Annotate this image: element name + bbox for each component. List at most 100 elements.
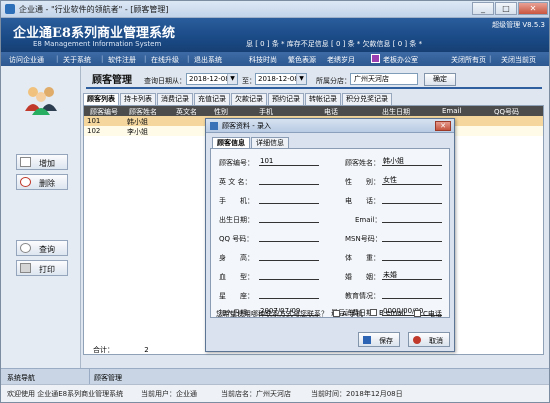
email-field[interactable] bbox=[382, 214, 442, 223]
query-date-label: 查询日期从： bbox=[144, 77, 186, 85]
blood-field[interactable] bbox=[259, 271, 319, 280]
nav-close-current[interactable]: 关闭当前页 bbox=[501, 55, 536, 65]
tab-recharge[interactable]: 充值记录 bbox=[194, 93, 230, 105]
date-from-value: 2018-12-08 bbox=[189, 75, 230, 83]
add-button[interactable]: 增加 bbox=[16, 154, 68, 170]
column-header[interactable]: Email bbox=[442, 107, 461, 115]
tab-appointment[interactable]: 预约记录 bbox=[268, 93, 304, 105]
brand-subtitle: E8 Management Information System bbox=[33, 40, 162, 48]
english-name-field[interactable] bbox=[259, 176, 319, 185]
height-label: 身 高： bbox=[219, 254, 254, 262]
height-field[interactable] bbox=[259, 252, 319, 261]
tab-customer-list[interactable]: 顾客列表 bbox=[83, 93, 119, 105]
welcome-text: 欢迎使用 企业通E8系列商业管理系统 bbox=[7, 390, 124, 398]
blood-label: 血 型： bbox=[219, 273, 254, 281]
confirm-button[interactable]: 确定 bbox=[424, 73, 456, 86]
minimize-button[interactable]: _ bbox=[472, 2, 494, 15]
chevron-down-icon: ▼ bbox=[227, 74, 237, 84]
query-button[interactable]: 查询 bbox=[16, 240, 68, 256]
current-store: 当前店名：广州天河店 bbox=[221, 390, 291, 398]
cell-id: 101 bbox=[87, 117, 101, 125]
page-title: 顾客管理 bbox=[92, 75, 132, 86]
birth-field[interactable] bbox=[259, 214, 319, 223]
top-nav: 访问企业通 | 关于系统 | 软件注册 | 在线升级 | 退出系统 科技时尚 繁… bbox=[1, 52, 549, 66]
star-field[interactable] bbox=[259, 290, 319, 299]
nav-visit[interactable]: 访问企业通 bbox=[9, 55, 44, 65]
weight-field[interactable] bbox=[382, 252, 442, 261]
english-name-label: 英 文 名： bbox=[219, 178, 252, 186]
mobile-label: 手 机： bbox=[219, 197, 254, 205]
system-nav-label[interactable]: 系统导航 bbox=[7, 373, 35, 383]
nav-theme-tech[interactable]: 科技时尚 bbox=[249, 55, 277, 65]
notice-bar[interactable]: 息 [ 0 ] 条 * 库存不足信息 [ 0 ] 条 * 欠款信息 [ 0 ] … bbox=[246, 39, 422, 49]
maximize-button[interactable]: □ bbox=[495, 2, 517, 15]
email-label: Email： bbox=[355, 216, 382, 224]
cancel-button[interactable]: 取消 bbox=[408, 332, 450, 347]
id-field[interactable]: 101 bbox=[259, 157, 319, 166]
table-header: 顾客编号 顾客姓名 英文名 性别 手机 电话 出生日期 Email QQ号码 bbox=[84, 106, 543, 116]
tab-debt[interactable]: 欠款记录 bbox=[231, 93, 267, 105]
education-field[interactable] bbox=[382, 290, 442, 299]
name-label: 顾客姓名： bbox=[345, 159, 380, 167]
cell-id: 102 bbox=[87, 127, 101, 135]
id-label: 顾客编号： bbox=[219, 159, 254, 167]
info-status-bar: 欢迎使用 企业通E8系列商业管理系统 当前用户：企业通 当前店名：广州天河店 当… bbox=[1, 384, 549, 402]
close-button[interactable]: ✕ bbox=[518, 2, 548, 15]
add-label: 增加 bbox=[39, 159, 55, 168]
printer-icon bbox=[20, 263, 31, 273]
chevron-down-icon: ▼ bbox=[296, 74, 306, 84]
tab-transfer[interactable]: 转帐记录 bbox=[305, 93, 341, 105]
branch-label: 所属分店： bbox=[316, 77, 351, 85]
nav-exit[interactable]: 退出系统 bbox=[194, 55, 222, 65]
title-bar: 企业通 - "行业软件的领航者" - [顾客管理] _ □ ✕ bbox=[1, 1, 549, 18]
checkbox-icon bbox=[414, 310, 421, 317]
date-from-select[interactable]: 2018-12-08 ▼ bbox=[186, 73, 238, 85]
current-page-tab[interactable]: 顾客管理 bbox=[94, 373, 122, 383]
nav-upgrade[interactable]: 在线升级 bbox=[151, 55, 179, 65]
window-controls: _ □ ✕ bbox=[472, 2, 548, 15]
nav-separator: | bbox=[489, 55, 492, 63]
user-version: 超级管理 V8.5.3 bbox=[492, 21, 545, 29]
nav-status-bar: 系统导航 顾客管理 bbox=[1, 368, 549, 384]
contact-phone-checkbox[interactable]: C电话 bbox=[414, 309, 442, 319]
tab-card-list[interactable]: 持卡列表 bbox=[120, 93, 156, 105]
delete-button[interactable]: 删除 bbox=[16, 174, 68, 190]
branch-input[interactable]: 广州天河店 bbox=[350, 73, 418, 85]
tab-customer-info[interactable]: 顾客信息 bbox=[212, 137, 250, 148]
main-window: 企业通 - "行业软件的领航者" - [顾客管理] _ □ ✕ 企业通E8系列商… bbox=[0, 0, 550, 403]
contact-mobile-checkbox[interactable]: A 手机 bbox=[333, 309, 363, 319]
query-label: 查询 bbox=[39, 245, 55, 254]
total-value: 2 bbox=[144, 346, 149, 354]
current-time: 当前时间：2018年12月08日 bbox=[311, 390, 403, 398]
nav-about[interactable]: 关于系统 bbox=[63, 55, 91, 65]
msn-field[interactable] bbox=[382, 233, 442, 242]
nav-boss-office[interactable]: 老板办公室 bbox=[383, 55, 418, 65]
dialog-tabs: 顾客信息 详细信息 bbox=[212, 137, 290, 148]
add-icon bbox=[20, 157, 31, 167]
star-label: 星 座： bbox=[219, 292, 254, 300]
qq-field[interactable] bbox=[259, 233, 319, 242]
status-divider bbox=[89, 369, 90, 384]
name-field[interactable]: 韩小姐 bbox=[382, 157, 442, 166]
mobile-field[interactable] bbox=[259, 195, 319, 204]
sex-label: 性 别： bbox=[345, 178, 380, 186]
sex-field[interactable]: 女性 bbox=[382, 176, 442, 185]
tab-detail-info[interactable]: 详细信息 bbox=[251, 137, 289, 148]
contact-email-checkbox[interactable]: B email bbox=[370, 309, 405, 317]
phone-field[interactable] bbox=[382, 195, 442, 204]
contact-phone-label: C电话 bbox=[423, 310, 442, 318]
dialog-close-button[interactable]: ✕ bbox=[435, 121, 451, 131]
nav-register[interactable]: 软件注册 bbox=[108, 55, 136, 65]
save-button[interactable]: 保存 bbox=[358, 332, 400, 347]
tab-points[interactable]: 积分兑奖记录 bbox=[342, 93, 392, 105]
nav-theme-color[interactable]: 繁色表源 bbox=[288, 55, 316, 65]
print-button[interactable]: 打印 bbox=[16, 260, 68, 276]
nav-close-all[interactable]: 关闭所有页 bbox=[451, 55, 486, 65]
save-icon bbox=[363, 336, 371, 344]
tab-consumption[interactable]: 消费记录 bbox=[157, 93, 193, 105]
date-to-select[interactable]: 2018-12-08 ▼ bbox=[255, 73, 307, 85]
search-icon bbox=[20, 243, 31, 253]
nav-theme-old[interactable]: 老绣岁月 bbox=[327, 55, 355, 65]
dialog-icon bbox=[210, 122, 218, 130]
marital-field[interactable]: 未婚 bbox=[382, 271, 442, 280]
